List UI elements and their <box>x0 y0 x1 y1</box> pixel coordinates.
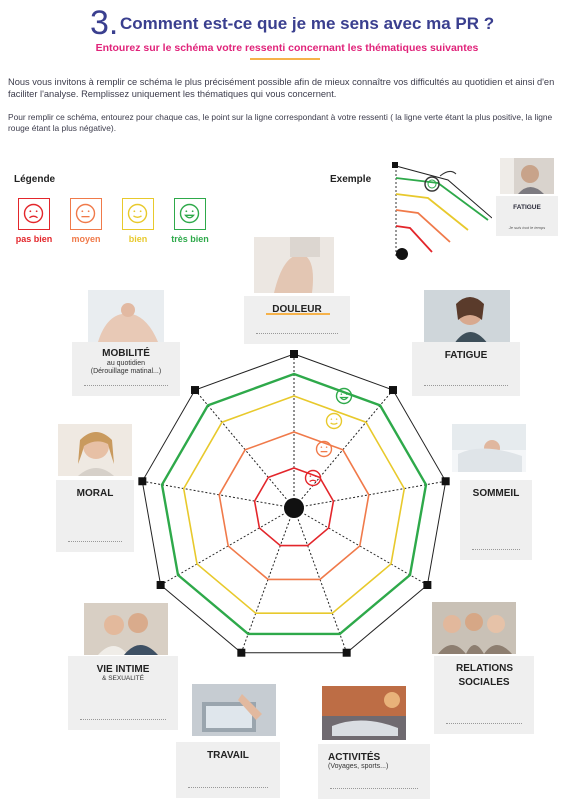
douleur-answer-line[interactable] <box>256 333 338 334</box>
theme-label-mobilite: MOBILITÉ <box>102 348 150 359</box>
activites-answer-line[interactable] <box>330 788 418 789</box>
vie-intime-answer-line[interactable] <box>80 719 166 720</box>
relations-photo <box>432 602 516 654</box>
fatigue-answer-line[interactable] <box>424 385 508 386</box>
theme-card-moral: MORAL <box>56 480 134 552</box>
radar-endpoint <box>388 386 397 395</box>
theme-card-mobilite: MOBILITÉ au quotidien (Dérouillage matin… <box>72 342 180 396</box>
theme-label-relations: RELATIONS SOCIALES <box>456 663 514 688</box>
mobilite-photo <box>88 290 164 342</box>
travail-photo <box>192 684 276 736</box>
radar-spoke <box>293 507 348 653</box>
relations-answer-line[interactable] <box>446 723 522 724</box>
radar-spoke <box>160 507 295 586</box>
radar-endpoint <box>156 581 165 589</box>
theme-card-travail: TRAVAIL <box>176 742 280 798</box>
travail-answer-line[interactable] <box>188 787 268 788</box>
theme-card-activites: ACTIVITÉS (Voyages, sports...) <box>318 744 430 799</box>
vie-intime-photo <box>84 603 168 655</box>
douleur-underline <box>266 313 330 315</box>
radar-endpoint <box>138 477 147 486</box>
happy-level-face-icon <box>335 387 353 405</box>
radar-spoke <box>240 507 295 653</box>
theme-label-moral: MORAL <box>76 488 114 499</box>
radar-spoke <box>293 507 428 586</box>
theme-label-activites: ACTIVITÉS <box>328 752 381 763</box>
radar-endpoint <box>423 581 432 589</box>
activites-photo <box>322 686 406 740</box>
radar-spoke <box>293 389 394 509</box>
theme-sub-vie-intime: & SEXUALITÉ <box>102 675 144 682</box>
radar-center <box>284 498 304 518</box>
douleur-photo <box>254 237 334 293</box>
theme-card-fatigue: FATIGUE <box>412 342 520 396</box>
smile-level-face-icon <box>325 412 343 430</box>
theme-card-sommeil: SOMMEIL <box>460 480 532 560</box>
radar-spoke <box>194 389 295 509</box>
theme-label-travail: TRAVAIL <box>207 750 249 761</box>
radar-endpoint <box>191 386 200 395</box>
radar-endpoint <box>441 477 450 486</box>
theme-label-fatigue: FATIGUE <box>444 350 488 361</box>
fatigue-photo <box>424 290 510 344</box>
radar-endpoint <box>237 648 246 657</box>
theme-sub-mobilite: au quotidien (Dérouillage matinal...) <box>90 360 162 375</box>
theme-label-vie-intime: VIE INTIME <box>96 664 150 675</box>
moral-photo <box>58 424 132 476</box>
theme-card-vie-intime: VIE INTIME & SEXUALITÉ <box>68 656 178 730</box>
theme-sub-activites: (Voyages, sports...) <box>328 763 389 770</box>
radar-endpoint <box>290 350 298 358</box>
sad-level-face-icon <box>304 469 322 487</box>
sommeil-answer-line[interactable] <box>472 549 520 550</box>
theme-card-relations: RELATIONS SOCIALES <box>434 656 534 734</box>
mobilite-answer-line[interactable] <box>84 385 168 386</box>
moral-answer-line[interactable] <box>68 541 122 542</box>
theme-card-douleur: DOULEUR <box>244 296 350 344</box>
theme-label-sommeil: SOMMEIL <box>472 488 520 499</box>
sommeil-photo <box>452 424 526 472</box>
radar-endpoint <box>342 648 351 657</box>
